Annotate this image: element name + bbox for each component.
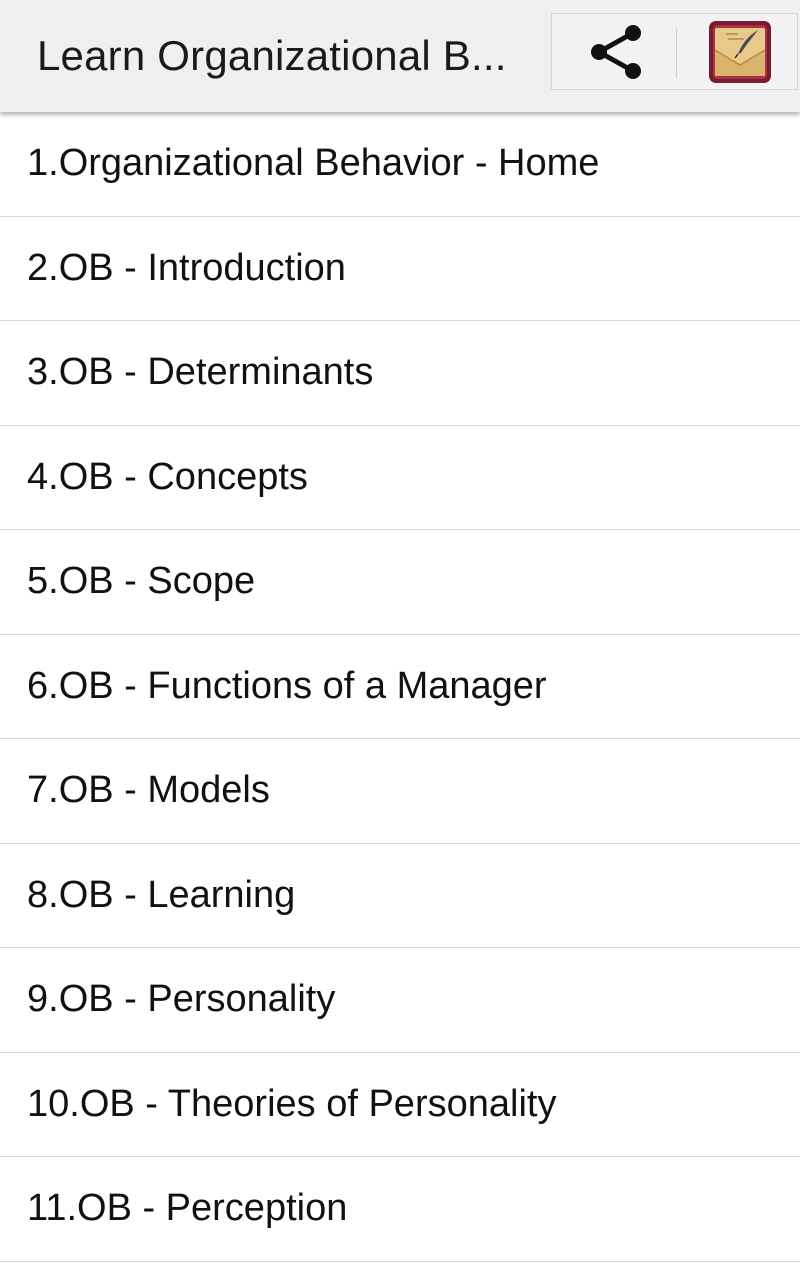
share-icon bbox=[591, 25, 641, 79]
list-item[interactable]: 4.OB - Concepts bbox=[0, 426, 800, 530]
list-item-label: 9.OB - Personality bbox=[27, 978, 336, 1021]
list-item[interactable]: 6.OB - Functions of a Manager bbox=[0, 635, 800, 739]
list-item-label: 5.OB - Scope bbox=[27, 560, 256, 603]
list-item-label: 3.OB - Determinants bbox=[27, 351, 374, 394]
list-item[interactable]: 9.OB - Personality bbox=[0, 948, 800, 1053]
list-item[interactable]: 1.Organizational Behavior - Home bbox=[0, 112, 800, 217]
share-button[interactable] bbox=[584, 20, 648, 84]
action-bar bbox=[551, 13, 798, 90]
list-item-label: 10.OB - Theories of Personality bbox=[27, 1082, 557, 1125]
app-bar: Learn Organizational B... bbox=[0, 0, 800, 112]
list-item-label: 2.OB - Introduction bbox=[27, 246, 346, 289]
list-item-label: 11.OB - Perception bbox=[27, 1187, 348, 1230]
letter-quill-icon bbox=[709, 21, 771, 83]
list-item[interactable]: 5.OB - Scope bbox=[0, 530, 800, 635]
list-item-label: 7.OB - Models bbox=[27, 769, 270, 812]
list-item-label: 6.OB - Functions of a Manager bbox=[27, 664, 547, 707]
list-item-label: 4.OB - Concepts bbox=[27, 455, 308, 498]
list-item[interactable]: 3.OB - Determinants bbox=[0, 321, 800, 426]
action-divider bbox=[676, 28, 677, 78]
app-title: Learn Organizational B... bbox=[37, 32, 507, 79]
list-item[interactable]: 7.OB - Models bbox=[0, 739, 800, 844]
list-item[interactable]: 10.OB - Theories of Personality bbox=[0, 1053, 800, 1157]
list-item[interactable]: 8.OB - Learning bbox=[0, 844, 800, 948]
app-icon-button[interactable] bbox=[708, 20, 772, 84]
list-item[interactable]: 11.OB - Perception bbox=[0, 1157, 800, 1262]
topic-list: 1.Organizational Behavior - Home 2.OB - … bbox=[0, 112, 800, 1262]
list-item[interactable]: 2.OB - Introduction bbox=[0, 217, 800, 321]
list-item-label: 1.Organizational Behavior - Home bbox=[27, 142, 600, 185]
list-item-label: 8.OB - Learning bbox=[27, 873, 296, 916]
